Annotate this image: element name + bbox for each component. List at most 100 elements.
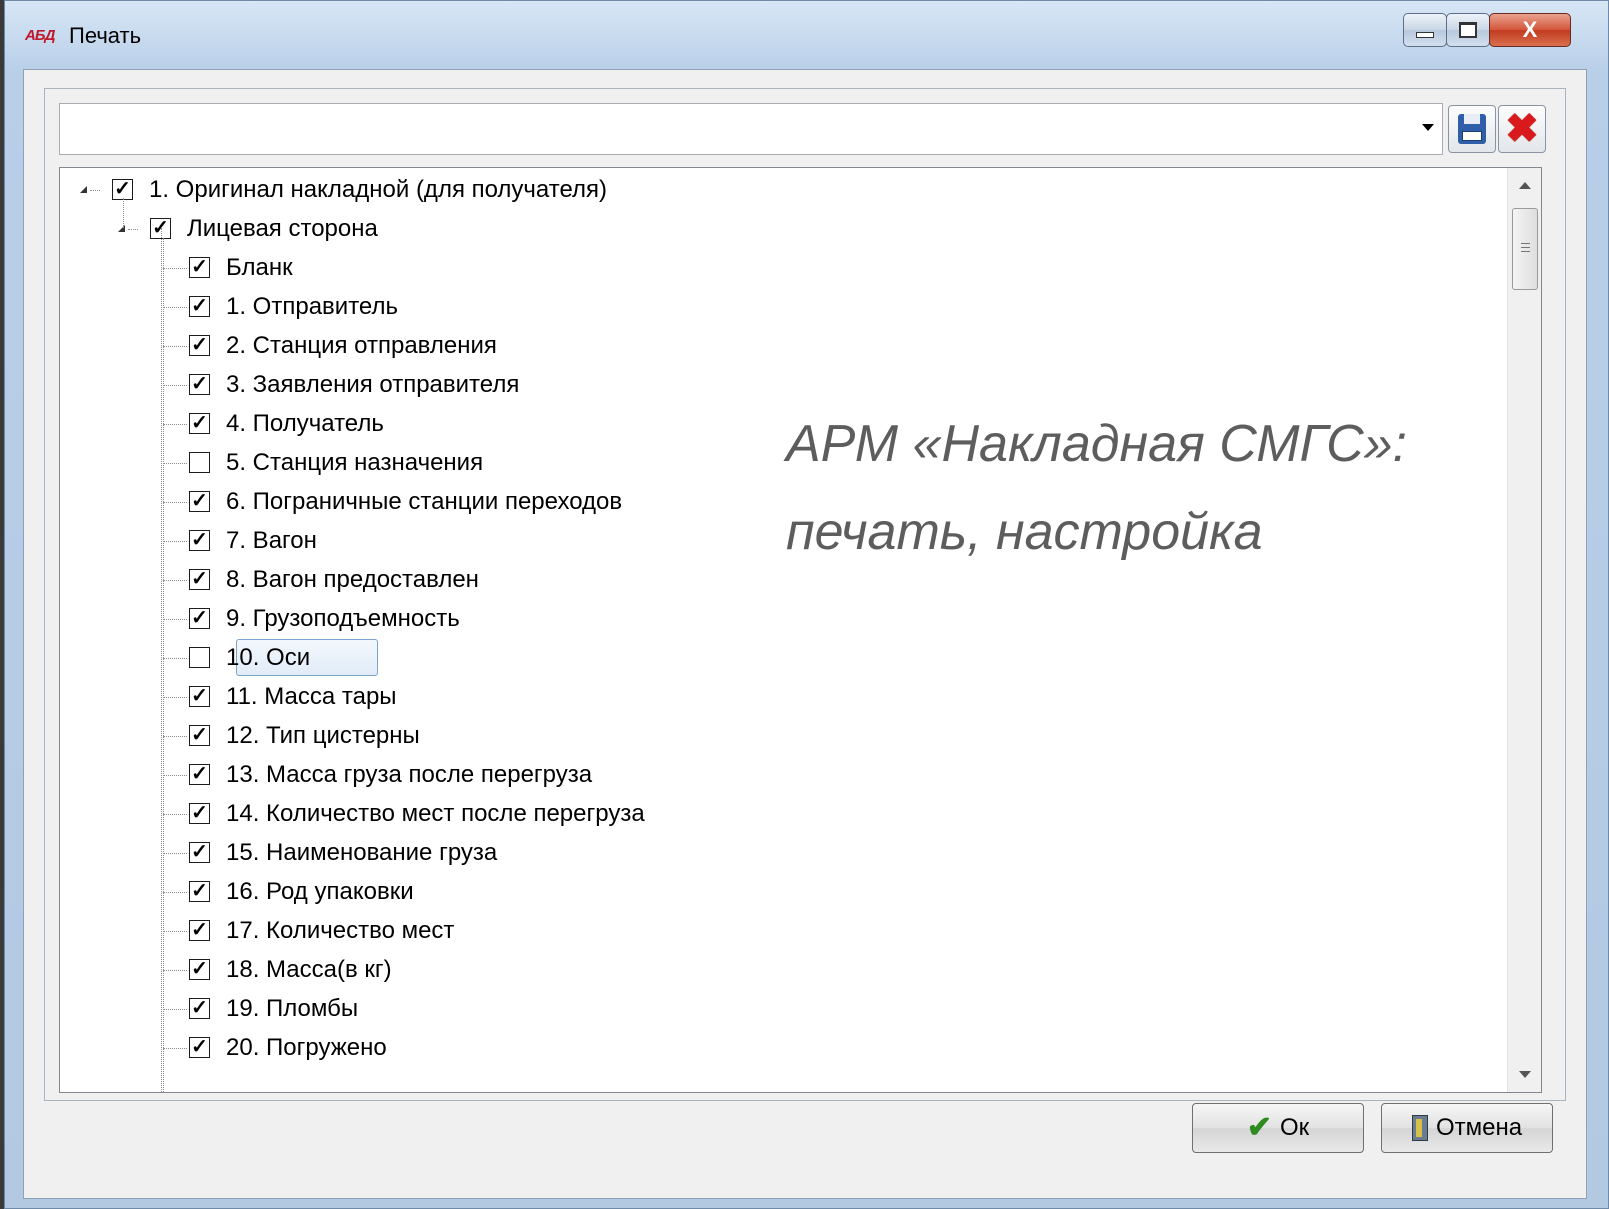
close-button[interactable]: X [1489,13,1571,47]
scroll-down-arrow-icon[interactable] [1519,1071,1531,1078]
vertical-scrollbar[interactable] [1507,168,1541,1092]
maximize-icon [1459,22,1477,38]
dropdown-arrow-icon[interactable] [1422,124,1434,131]
save-preset-button[interactable] [1448,105,1496,153]
tree-item[interactable]: ✓ 18. Масса(в кг) [60,950,1500,990]
tree-item[interactable]: ✓ 13. Масса груза после перегруза [60,755,1500,795]
maximize-button[interactable] [1446,13,1490,47]
tree-node[interactable]: ✓ 1. Оригинал накладной (для получателя) [60,170,1500,210]
tree-item-checkbox[interactable]: ✓ [189,803,210,824]
tree-item-checkbox[interactable]: ✓ [112,179,133,200]
tree-item[interactable]: ✓ 11. Масса тары [60,677,1500,717]
tree-item[interactable]: ✓ 1. Отправитель [60,287,1500,327]
tree-item-label: 7. Вагон [226,527,317,554]
tree-connector-line [163,970,187,971]
tree-guide-line [123,198,124,228]
tree-item[interactable]: ✓ 15. Наименование груза [60,833,1500,873]
exit-door-icon [1411,1115,1428,1141]
tree-item-checkbox[interactable]: ✓ [189,491,210,512]
tree-item[interactable]: ✓ 16. Род упаковки [60,872,1500,912]
tree-connector-line [163,424,187,425]
tree-connector-line [163,736,187,737]
tree-item[interactable]: ✓ 2. Станция отправления [60,326,1500,366]
window-title: Печать [69,23,142,48]
tree-item-label: 14. Количество мест после перегруза [226,800,645,827]
tree-connector-line [163,346,187,347]
tree-connector-line [163,853,187,854]
tree-connector-line [163,697,187,698]
print-dialog-window: АБД Печать X ✖ ✓ 1. Оригинал накладной (д… [4,0,1609,1209]
tree-item-label: 3. Заявления отправителя [226,371,520,398]
tree-connector-line [163,541,187,542]
tree-item[interactable]: ✓ 3. Заявления отправителя [60,365,1500,405]
tree-item-checkbox[interactable]: ✓ [189,881,210,902]
tree-item[interactable]: ✓ 9. Грузоподъемность [60,599,1500,639]
caption-line-2: печать, настройка [786,503,1263,561]
tree-item-checkbox[interactable]: ✓ [189,959,210,980]
tree-guide-line [161,228,162,1092]
tree-item[interactable]: ✓ 17. Количество мест [60,911,1500,951]
tree-item-checkbox[interactable]: ✓ [189,764,210,785]
tree-item[interactable]: ✓ 20. Погружено [60,1028,1500,1068]
preset-combobox[interactable] [59,103,1443,155]
delete-preset-button[interactable]: ✖ [1498,105,1546,153]
tree-item-checkbox[interactable]: ✓ [189,920,210,941]
tree-item-label: 6. Пограничные станции переходов [226,488,623,515]
tree-item-label: 17. Количество мест [226,917,455,944]
tree-item-label: 20. Погружено [226,1034,387,1061]
tree-connector-line [163,814,187,815]
dialog-client-area: ✖ ✓ 1. Оригинал накладной (для получателя… [23,69,1587,1199]
scrollbar-thumb[interactable] [1512,208,1538,290]
tree-item[interactable]: 10. Оси [60,638,1500,678]
close-icon: X [1522,17,1538,42]
cancel-button-label: Отмена [1435,1114,1523,1141]
tree-item-label: 9. Грузоподъемность [226,605,460,632]
tree-item-checkbox[interactable]: ✓ [189,257,210,278]
tree-connector-line [163,1048,187,1049]
tree-connector-line [163,580,187,581]
checkmark-icon: ✔ [1246,1111,1272,1144]
tree-item-label: 2. Станция отправления [226,332,497,359]
tree-item-label: 16. Род упаковки [226,878,414,905]
scroll-up-arrow-icon[interactable] [1519,182,1531,189]
tree-item[interactable]: ✓ 12. Тип цистерны [60,716,1500,756]
tree-item[interactable]: ✓ 19. Пломбы [60,989,1500,1029]
tree-item-checkbox[interactable]: ✓ [189,413,210,434]
tree-item-label: 15. Наименование груза [226,839,498,866]
minimize-button[interactable] [1403,13,1447,47]
tree-item-label: 13. Масса груза после перегруза [226,761,593,788]
tree-item-label: 1. Оригинал накладной (для получателя) [149,176,608,203]
print-fields-tree[interactable]: ✓ 1. Оригинал накладной (для получателя) ✓… [59,167,1542,1093]
tree-node[interactable]: ✓ Лицевая сторона [60,209,1500,249]
tree-item-checkbox[interactable]: ✓ [189,335,210,356]
caption-overlay: АРМ «Накладная СМГС»: печать, настройка [786,400,1407,576]
tree-connector-line [163,892,187,893]
tree-item-checkbox[interactable] [189,452,210,473]
tree-item-checkbox[interactable]: ✓ [189,530,210,551]
collapse-triangle-icon[interactable] [80,186,87,193]
tree-item-label: 5. Станция назначения [226,449,484,476]
tree-item-label: Лицевая сторона [187,215,378,242]
ok-button-label: Ок [1279,1114,1310,1141]
tree-item-checkbox[interactable]: ✓ [189,998,210,1019]
tree-item-checkbox[interactable]: ✓ [189,296,210,317]
caption-line-1: АРМ «Накладная СМГС»: [786,415,1408,473]
ok-button[interactable]: ✔ Ок [1192,1103,1364,1153]
tree-item-label: 10. Оси [226,644,311,671]
tree-item-checkbox[interactable]: ✓ [189,608,210,629]
tree-item-checkbox[interactable]: ✓ [189,1037,210,1058]
tree-item-checkbox[interactable]: ✓ [189,725,210,746]
red-x-delete-icon: ✖ [1505,107,1539,151]
tree-item-checkbox[interactable]: ✓ [189,569,210,590]
tree-item-label: 8. Вагон предоставлен [226,566,479,593]
tree-item[interactable]: ✓ Бланк [60,248,1500,288]
tree-item-label: 11. Масса тары [226,683,397,710]
title-bar[interactable]: АБД Печать X [5,1,1608,69]
cancel-button[interactable]: Отмена [1381,1103,1553,1153]
tree-item[interactable]: ✓ 14. Количество мест после перегруза [60,794,1500,834]
tree-connector-line [163,463,187,464]
tree-item-checkbox[interactable]: ✓ [189,374,210,395]
tree-item-checkbox[interactable] [189,647,210,668]
tree-item-checkbox[interactable]: ✓ [189,686,210,707]
tree-item-checkbox[interactable]: ✓ [189,842,210,863]
